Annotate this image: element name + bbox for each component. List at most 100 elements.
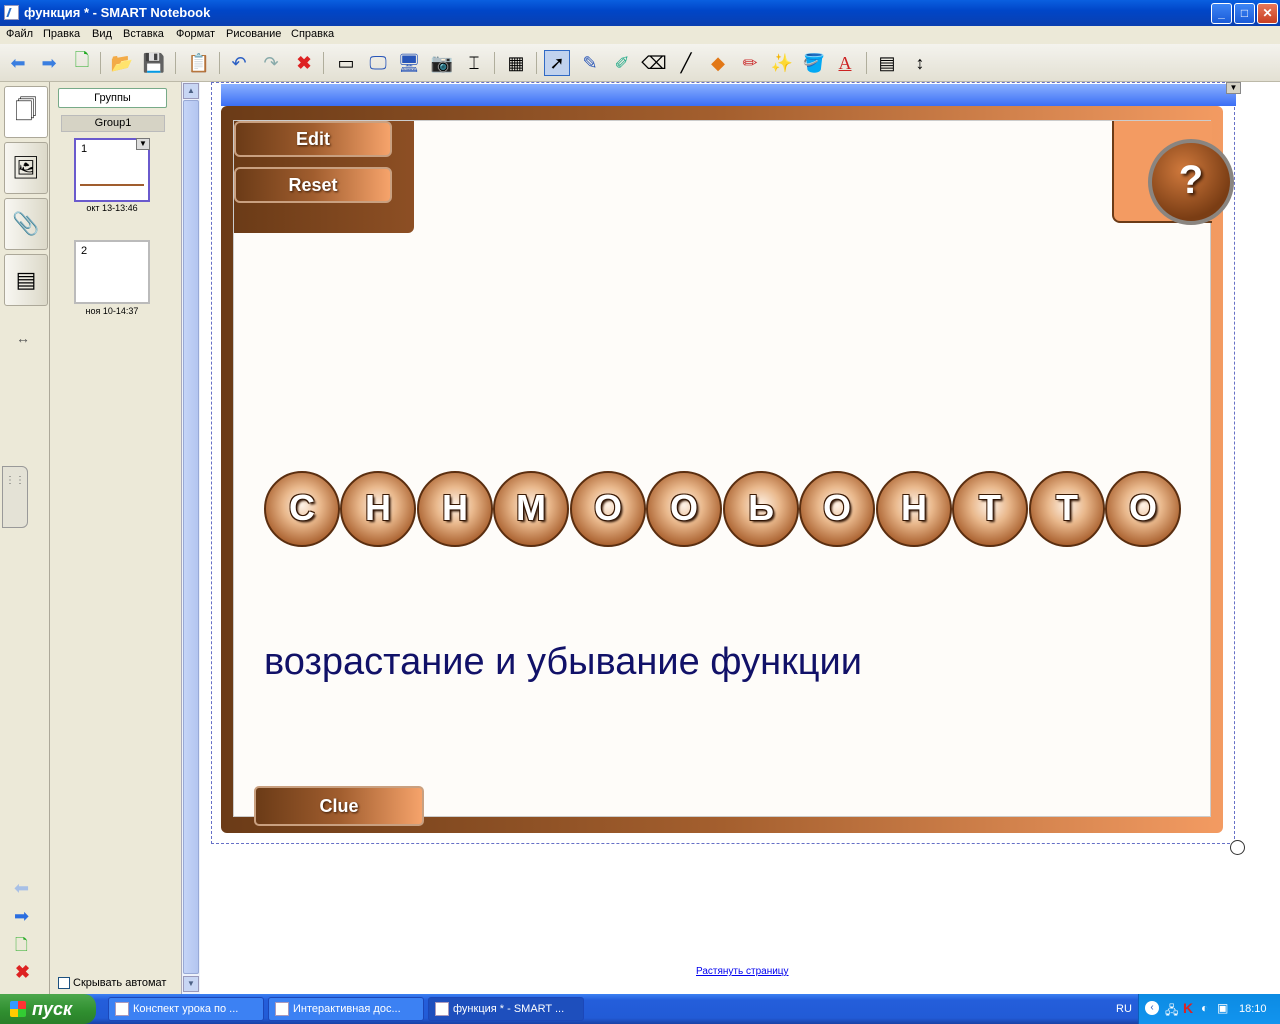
letter-tile[interactable]: О xyxy=(646,471,722,547)
menu-file[interactable]: Файл xyxy=(6,28,33,40)
select-icon[interactable]: ➚ xyxy=(544,50,570,76)
volume-icon[interactable]: ◐ xyxy=(1201,1001,1208,1015)
add-page-icon[interactable]: 🗋 xyxy=(15,934,28,961)
expand-tray-icon[interactable]: ‹ xyxy=(1145,1001,1159,1015)
shapes-icon[interactable]: ◆ xyxy=(705,50,731,76)
help-button[interactable]: ? xyxy=(1148,139,1234,225)
scroll-down-icon[interactable]: ▼ xyxy=(183,976,199,992)
resize-sidebar-icon[interactable]: ↔ xyxy=(16,330,30,346)
notebook-page[interactable]: ▼ Edit Reset ? С Н Н М О О Ь О Н Т Т О в… xyxy=(200,82,1280,994)
screen-shade-icon[interactable]: ▭ xyxy=(333,50,359,76)
task-label: Интерактивная дос... xyxy=(293,1003,401,1015)
control-panel: Edit Reset xyxy=(234,121,414,233)
antivirus-icon[interactable]: K xyxy=(1183,1000,1193,1016)
redo-icon[interactable]: ↷ xyxy=(258,50,284,76)
line-icon[interactable]: ╱ xyxy=(673,50,699,76)
eraser-icon[interactable]: ⌫ xyxy=(641,50,667,76)
document-camera-icon[interactable]: ⌶ xyxy=(461,50,487,76)
object-header xyxy=(221,84,1236,106)
groups-button[interactable]: Группы xyxy=(58,88,167,108)
letter-tile[interactable]: Н xyxy=(340,471,416,547)
menu-edit[interactable]: Правка xyxy=(43,28,80,40)
system-tray: ‹ 🖧 K ◐ ▣ 18:10 xyxy=(1138,994,1280,1024)
table-icon[interactable]: ▦ xyxy=(503,50,529,76)
letter-tile[interactable]: Т xyxy=(952,471,1028,547)
highlighter-icon[interactable]: ✨ xyxy=(769,50,795,76)
letter-tile[interactable]: Ь xyxy=(723,471,799,547)
paste-icon[interactable]: 📋 xyxy=(186,50,212,76)
network-icon[interactable]: 🖧 xyxy=(1165,1001,1178,1022)
start-button[interactable]: пуск xyxy=(0,994,96,1024)
prev-page-icon[interactable]: ⬅ xyxy=(14,878,29,899)
text-icon[interactable]: A xyxy=(832,50,858,76)
letter-tile[interactable]: О xyxy=(1105,471,1181,547)
next-page-icon[interactable]: ➡ xyxy=(14,906,29,927)
dual-display-icon[interactable]: 🖥 xyxy=(396,50,422,76)
page-sorter-tab[interactable]: 🗍 xyxy=(4,86,48,138)
letter-tile[interactable]: С xyxy=(264,471,340,547)
resize-handle[interactable] xyxy=(1230,840,1245,855)
letter-tile[interactable]: М xyxy=(493,471,569,547)
scroll-thumb[interactable] xyxy=(183,100,199,974)
magic-pen-icon[interactable]: ✏ xyxy=(737,50,763,76)
letter-tile[interactable]: Н xyxy=(876,471,952,547)
creative-pen-icon[interactable]: ✐ xyxy=(609,50,635,76)
gallery-tab[interactable]: 🖼 xyxy=(4,142,48,194)
edit-button[interactable]: Edit xyxy=(234,121,392,157)
open-icon[interactable]: 📂 xyxy=(109,50,135,76)
menu-format[interactable]: Формат xyxy=(176,28,215,40)
anagram-activity: Edit Reset ? С Н Н М О О Ь О Н Т Т О воз… xyxy=(221,106,1234,833)
clue-text: возрастание и убывание функции xyxy=(264,641,862,683)
full-screen-icon[interactable]: 🖵 xyxy=(365,50,391,76)
toolbar: ⬅ ➡ 🗋 📂 💾 📋 ↶ ↷ ✖ ▭ 🖵 🖥 📷 ⌶ ▦ ➚ ✎ ✐ ⌫ ╱ … xyxy=(0,44,1280,82)
close-button[interactable]: ✕ xyxy=(1257,3,1278,24)
group-header[interactable]: Group1 xyxy=(61,115,165,132)
clock[interactable]: 18:10 xyxy=(1239,1003,1267,1015)
side-handle[interactable]: ⋮⋮ xyxy=(2,466,28,528)
reset-button[interactable]: Reset xyxy=(234,167,392,203)
object-menu-icon[interactable]: ▼ xyxy=(1226,82,1241,94)
delete-icon[interactable]: ✖ xyxy=(291,50,317,76)
save-icon[interactable]: 💾 xyxy=(141,50,167,76)
back-icon[interactable]: ⬅ xyxy=(5,50,31,76)
add-page-icon[interactable]: 🗋 xyxy=(69,50,95,76)
vertical-scrollbar[interactable]: ▲ ▼ xyxy=(181,82,200,994)
properties-tab[interactable]: ▤ xyxy=(4,254,48,306)
letter-tile[interactable]: Т xyxy=(1029,471,1105,547)
pen-icon[interactable]: ✎ xyxy=(577,50,603,76)
delete-page-icon[interactable]: ✖ xyxy=(15,962,30,983)
smart-board-icon[interactable]: ▣ xyxy=(1217,1001,1228,1015)
menu-draw[interactable]: Рисование xyxy=(226,28,281,40)
autohide-option[interactable]: Скрывать автомат xyxy=(58,977,166,989)
page-thumbnail-1[interactable]: 1 ▼ xyxy=(74,138,150,202)
minimize-button[interactable]: _ xyxy=(1211,3,1232,24)
menu-help[interactable]: Справка xyxy=(291,28,334,40)
expand-page-link[interactable]: Растянуть страницу xyxy=(696,966,789,977)
forward-icon[interactable]: ➡ xyxy=(36,50,62,76)
menu-view[interactable]: Вид xyxy=(92,28,112,40)
page-thumbnail-2[interactable]: 2 xyxy=(74,240,150,304)
move-toolbar-icon[interactable]: ↕ xyxy=(907,50,933,76)
taskbar-item[interactable]: функция * - SMART ... xyxy=(428,997,584,1021)
page-number: 2 xyxy=(81,245,88,257)
letter-tile[interactable]: Н xyxy=(417,471,493,547)
autohide-checkbox[interactable] xyxy=(58,977,70,989)
capture-icon[interactable]: 📷 xyxy=(429,50,455,76)
scroll-up-icon[interactable]: ▲ xyxy=(183,83,199,99)
word-document-icon xyxy=(115,1002,129,1016)
menu-bar: Файл Правка Вид Вставка Формат Рисование… xyxy=(0,26,1280,44)
language-indicator[interactable]: RU xyxy=(1116,1003,1132,1015)
taskbar-item[interactable]: Интерактивная дос... xyxy=(268,997,424,1021)
letter-tile[interactable]: О xyxy=(570,471,646,547)
undo-icon[interactable]: ↶ xyxy=(226,50,252,76)
letter-tile[interactable]: О xyxy=(799,471,875,547)
gallery-icon: 🖼 xyxy=(12,155,40,180)
attachments-tab[interactable]: 📎 xyxy=(4,198,48,250)
clue-button[interactable]: Clue xyxy=(254,786,424,826)
fill-icon[interactable]: 🪣 xyxy=(801,50,827,76)
properties-icon[interactable]: ▤ xyxy=(874,50,900,76)
maximize-button[interactable]: □ xyxy=(1234,3,1255,24)
taskbar-item[interactable]: Конспект урока по ... xyxy=(108,997,264,1021)
menu-insert[interactable]: Вставка xyxy=(123,28,164,40)
page-menu-icon[interactable]: ▼ xyxy=(136,138,150,150)
